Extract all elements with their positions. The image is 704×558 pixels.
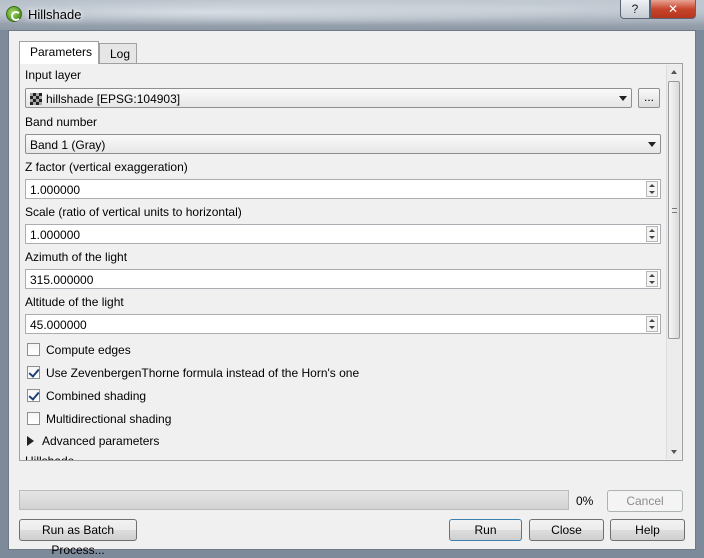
combined-shading-checkbox[interactable]: [27, 389, 40, 402]
altitude-value: 45.000000: [30, 318, 87, 332]
compute-edges-label: Compute edges: [46, 343, 131, 357]
multidirectional-label: Multidirectional shading: [46, 412, 172, 426]
scale-input[interactable]: 1.000000: [25, 224, 661, 244]
progress-bar: [19, 490, 569, 510]
expand-arrow-icon: [27, 436, 34, 446]
azimuth-value: 315.000000: [30, 273, 94, 287]
multidirectional-checkbox[interactable]: [27, 412, 40, 425]
progress-percent: 0%: [576, 494, 594, 508]
chevron-down-icon: [648, 142, 656, 147]
scroll-down-icon[interactable]: [671, 450, 677, 454]
close-window-button[interactable]: ✕: [650, 0, 696, 19]
scale-label: Scale (ratio of vertical units to horizo…: [25, 205, 242, 219]
title-bar[interactable]: Hillshade ? ✕: [0, 0, 704, 30]
altitude-input[interactable]: 45.000000: [25, 314, 661, 334]
scrollbar-thumb[interactable]: [668, 81, 680, 339]
advanced-parameters-toggle[interactable]: Advanced parameters: [20, 432, 320, 452]
altitude-label: Altitude of the light: [25, 295, 124, 309]
help-button[interactable]: Help: [610, 519, 685, 541]
band-number-select[interactable]: Band 1 (Gray): [25, 134, 661, 154]
input-layer-value: hillshade [EPSG:104903]: [46, 92, 181, 106]
chevron-down-icon: [619, 96, 627, 101]
band-number-label: Band number: [25, 115, 98, 129]
zevenbergen-label: Use ZevenbergenThorne formula instead of…: [46, 366, 360, 380]
tab-log[interactable]: Log: [99, 43, 137, 63]
z-factor-label: Z factor (vertical exaggeration): [25, 160, 188, 174]
advanced-parameters-label: Advanced parameters: [42, 434, 160, 448]
scroll-up-icon[interactable]: [671, 70, 677, 74]
browse-layer-button[interactable]: ...: [638, 88, 660, 108]
combined-shading-label: Combined shading: [46, 389, 147, 403]
azimuth-label: Azimuth of the light: [25, 250, 128, 264]
window-title: Hillshade: [28, 7, 82, 22]
hillshade-output-label: Hillshade: [25, 455, 74, 460]
azimuth-spinner[interactable]: [646, 271, 658, 287]
band-number-value: Band 1 (Gray): [30, 138, 106, 152]
azimuth-input[interactable]: 315.000000: [25, 269, 661, 289]
input-layer-select[interactable]: hillshade [EPSG:104903]: [25, 88, 632, 108]
scale-value: 1.000000: [30, 228, 81, 242]
qgis-icon: [6, 6, 22, 22]
close-button[interactable]: Close: [529, 519, 604, 541]
tab-parameters[interactable]: Parameters: [19, 41, 99, 64]
input-layer-label: Input layer: [25, 68, 82, 82]
scale-spinner[interactable]: [646, 226, 658, 242]
run-button[interactable]: Run: [449, 519, 522, 541]
panel-scrollbar[interactable]: [666, 65, 681, 459]
raster-layer-icon: [30, 93, 42, 105]
z-factor-spinner[interactable]: [646, 181, 658, 197]
altitude-spinner[interactable]: [646, 316, 658, 332]
z-factor-value: 1.000000: [30, 183, 81, 197]
run-batch-button[interactable]: Run as Batch Process...: [19, 519, 137, 557]
dialog: Parameters Log Input layer hillshade [EP…: [8, 30, 696, 557]
z-factor-input[interactable]: 1.000000: [25, 179, 661, 199]
parameters-panel: Input layer hillshade [EPSG:104903] ... …: [19, 63, 683, 461]
cancel-button[interactable]: Cancel: [607, 490, 683, 512]
zevenbergen-checkbox[interactable]: [27, 366, 40, 379]
grip-icon: [672, 208, 677, 213]
compute-edges-checkbox[interactable]: [27, 343, 40, 356]
help-title-button[interactable]: ?: [620, 0, 650, 19]
